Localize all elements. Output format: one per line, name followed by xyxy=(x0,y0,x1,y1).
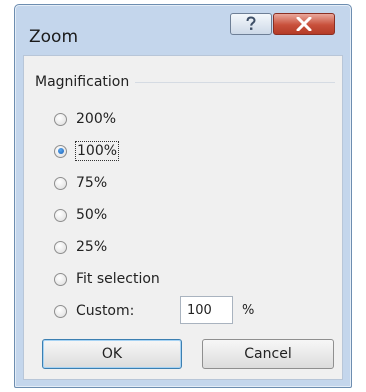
radio-option-75[interactable]: 75% xyxy=(54,173,107,193)
close-x-icon xyxy=(296,17,312,31)
radio-button-selected[interactable] xyxy=(54,144,67,158)
option-label: Fit selection xyxy=(76,271,160,287)
option-label: 200% xyxy=(76,111,117,127)
radio-option-25[interactable]: 25% xyxy=(54,237,107,257)
radio-option-50[interactable]: 50% xyxy=(54,205,107,225)
radio-button[interactable] xyxy=(54,272,67,286)
radio-button[interactable] xyxy=(54,208,67,222)
radio-option-200[interactable]: 200% xyxy=(54,109,116,129)
dialog-body: Magnification 200% 100% 75% 50% 25% Fit … xyxy=(23,55,343,380)
question-mark-icon xyxy=(246,16,256,30)
cancel-button[interactable]: Cancel xyxy=(202,339,334,369)
zoom-dialog: Zoom Magnification 200% 100% 75% 50% 25%… xyxy=(14,4,352,388)
option-label: 75% xyxy=(76,175,108,191)
radio-button[interactable] xyxy=(54,240,67,254)
radio-button[interactable] xyxy=(54,176,67,190)
custom-zoom-input[interactable] xyxy=(180,296,233,324)
option-label: 25% xyxy=(76,239,108,255)
option-label: Custom: xyxy=(76,303,135,319)
radio-button[interactable] xyxy=(54,304,67,318)
option-label: 100% xyxy=(74,141,120,161)
help-button[interactable] xyxy=(230,13,272,35)
dialog-title: Zoom xyxy=(29,27,79,47)
radio-option-100[interactable]: 100% xyxy=(54,141,120,161)
radio-option-custom[interactable]: Custom: xyxy=(54,301,134,321)
option-label: 50% xyxy=(76,207,108,223)
ok-button[interactable]: OK xyxy=(42,339,182,369)
close-button[interactable] xyxy=(273,13,335,35)
magnification-group-label: Magnification xyxy=(35,74,136,90)
percent-unit-label: % xyxy=(242,303,255,318)
radio-button[interactable] xyxy=(54,112,67,126)
radio-option-fit-selection[interactable]: Fit selection xyxy=(54,269,160,289)
title-bar[interactable]: Zoom xyxy=(15,5,351,55)
